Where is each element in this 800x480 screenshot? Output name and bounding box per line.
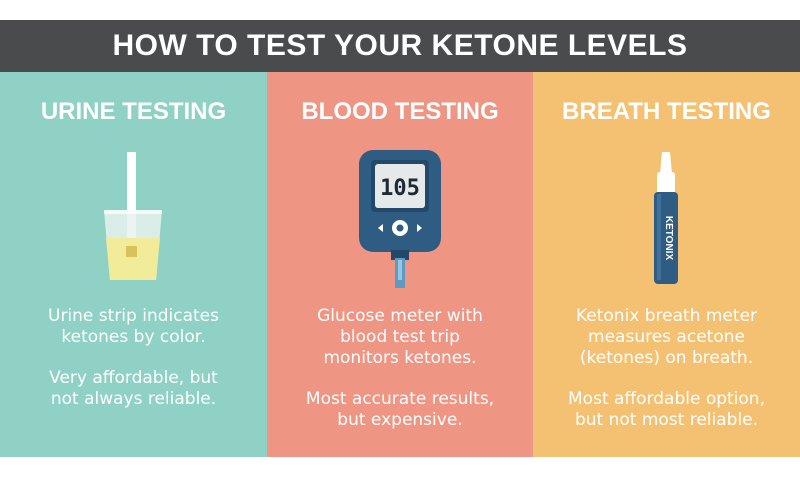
breath-desc-line1: Ketonix breath meter measures acetone (k…: [575, 306, 758, 368]
header-banner: HOW TO TEST YOUR KETONE LEVELS: [0, 20, 800, 72]
panel-breath-testing: BREATH TESTING KETONIX Ketonix breath me…: [533, 72, 800, 457]
urine-desc-line2: Very affordable, but not always reliable…: [49, 368, 218, 409]
device-label: KETONIX: [663, 216, 674, 261]
urine-description: Urine strip indicates ketones by color. …: [0, 306, 267, 410]
panel-urine-testing: URINE TESTING Urine strip indicates keto…: [0, 72, 267, 457]
breath-desc-line2: Most affordable option, but not most rel…: [568, 389, 765, 430]
panel-blood-testing: BLOOD TESTING 105 Glucose meter with blo…: [267, 72, 533, 457]
panel-title-breath: BREATH TESTING: [562, 98, 771, 125]
urine-desc-line1: Urine strip indicates ketones by color.: [48, 306, 219, 347]
blood-description: Glucose meter with blood test trip monit…: [267, 306, 533, 431]
blood-desc-line2: Most accurate results, but expensive.: [305, 389, 495, 430]
panel-title-urine: URINE TESTING: [40, 98, 227, 125]
page-title: HOW TO TEST YOUR KETONE LEVELS: [112, 29, 688, 62]
glucose-meter-icon: 105: [267, 150, 533, 290]
urine-cup-icon: [0, 150, 267, 290]
ketonix-breath-meter-icon: KETONIX: [533, 150, 800, 290]
blood-desc-line1: Glucose meter with blood test trip monit…: [317, 306, 483, 368]
meter-reading: 105: [380, 176, 420, 201]
breath-description: Ketonix breath meter measures acetone (k…: [533, 306, 800, 431]
bottom-margin: [0, 457, 800, 480]
panel-title-blood: BLOOD TESTING: [301, 98, 499, 125]
